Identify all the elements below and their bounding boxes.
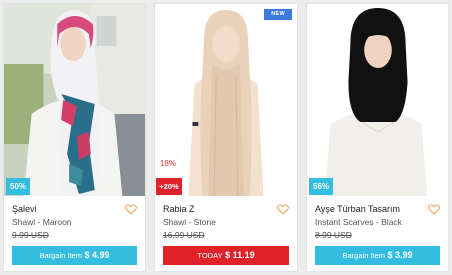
new-badge: NEW	[264, 9, 292, 20]
price-label: Bargain Item	[342, 251, 385, 260]
product-info: Şalevi Shawl - Maroon 9.99 USD	[12, 204, 137, 241]
product-info: Rabia Z Shawl - Stone 16.99 USD	[163, 204, 289, 241]
discount-badge: +20%	[156, 178, 182, 195]
price-value: $ 11.19	[225, 250, 255, 260]
heart-outline-icon[interactable]	[277, 204, 289, 215]
percent-badge: 18%	[156, 155, 180, 173]
product-grid: 50% Şalevi Shawl - Maroon 9.99 USD Barga…	[3, 3, 449, 272]
discount-badge: 56%	[309, 178, 334, 195]
price-label: TODAY	[197, 251, 223, 260]
price-label: Bargain Item	[39, 251, 82, 260]
product-info: Ayşe Türban Tasarım Instant Scarves - Bl…	[315, 204, 440, 241]
product-title[interactable]: Shawl - Stone	[163, 217, 289, 228]
price-value: $ 4.99	[84, 250, 110, 260]
price-value: $ 3.99	[387, 250, 413, 260]
old-price: 8.99 USD	[315, 230, 352, 240]
product-title[interactable]: Instant Scarves - Black	[315, 217, 440, 228]
product-brand[interactable]: Rabia Z	[163, 204, 289, 215]
bargain-price-button[interactable]: Bargain Item $ 4.99	[12, 246, 137, 265]
today-price-button[interactable]: TODAY $ 11.19	[163, 246, 289, 265]
product-title[interactable]: Shawl - Maroon	[12, 217, 137, 228]
product-card[interactable]: NEW 18% +20% Rabia Z Shawl - Stone 16.99…	[154, 3, 298, 272]
product-brand[interactable]: Şalevi	[12, 204, 137, 215]
heart-outline-icon[interactable]	[125, 204, 137, 215]
product-image[interactable]	[307, 4, 448, 196]
product-image[interactable]	[4, 4, 145, 196]
old-price: 16.99 USD	[163, 230, 205, 240]
bargain-price-button[interactable]: Bargain Item $ 3.99	[315, 246, 440, 265]
product-card[interactable]: 50% Şalevi Shawl - Maroon 9.99 USD Barga…	[3, 3, 146, 272]
old-price: 9.99 USD	[12, 230, 49, 240]
product-card[interactable]: 56% Ayşe Türban Tasarım Instant Scarves …	[306, 3, 449, 272]
product-brand[interactable]: Ayşe Türban Tasarım	[315, 204, 440, 215]
heart-outline-icon[interactable]	[428, 204, 440, 215]
discount-badge: 50%	[6, 178, 31, 195]
